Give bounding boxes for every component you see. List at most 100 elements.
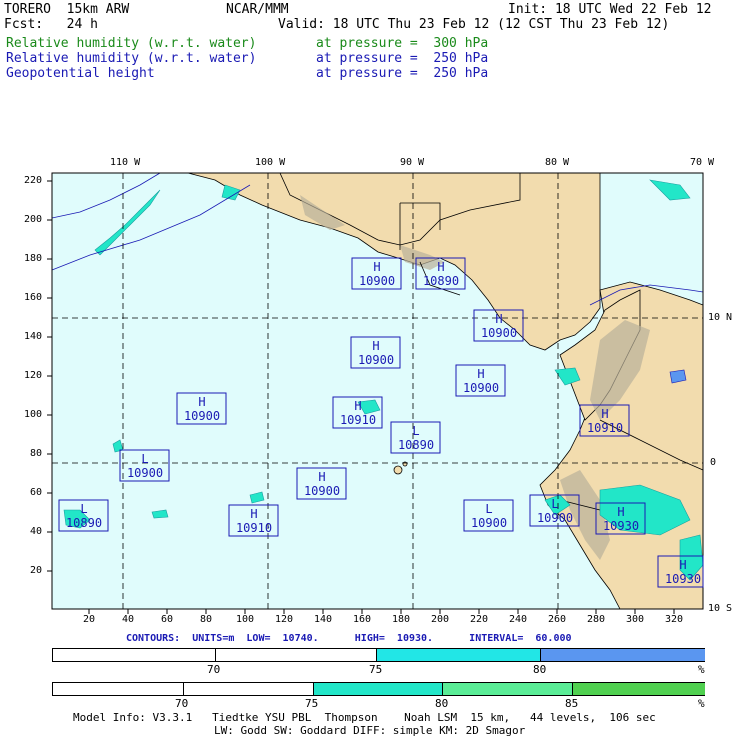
x-tick-label: 260	[548, 614, 567, 625]
x-tick-label: 100	[236, 614, 255, 625]
colorbar-1-tick: 80	[533, 663, 547, 676]
center-type: L	[485, 502, 493, 516]
y-tick-label: 20	[30, 565, 43, 576]
lat-label: 10 S	[708, 603, 733, 614]
high-center-label: H 10900	[352, 339, 400, 367]
x-tick-label: 20	[83, 614, 96, 625]
x-tick-label: 300	[626, 614, 645, 625]
y-tick-label: 140	[24, 331, 43, 342]
colorbar-2-tick: 80	[435, 697, 449, 710]
x-tick-label: 80	[200, 614, 213, 625]
colorbar-2-tick: %	[698, 697, 705, 710]
y-tick-label: 200	[24, 214, 43, 225]
x-tick-label: 220	[470, 614, 489, 625]
colorbar-1-seg	[215, 649, 377, 661]
center-type: H	[617, 505, 625, 519]
y-tick-label: 40	[30, 526, 43, 537]
center-value: 10900	[536, 511, 574, 525]
x-tick-label: 140	[314, 614, 333, 625]
high-center-label: H 10900	[178, 395, 226, 423]
low-center-label: L 10900	[465, 502, 513, 530]
center-type: H	[679, 558, 687, 572]
x-tick-label: 320	[665, 614, 684, 625]
high-center-label: H 10930	[597, 505, 645, 533]
low-center-label: L 10890	[60, 502, 108, 530]
center-value: 10890	[65, 516, 103, 530]
lon-label: 70 W	[690, 157, 715, 168]
forecast-hour: Fcst: 24 h	[4, 17, 98, 32]
x-tick-label: 60	[161, 614, 174, 625]
lat-label: 0	[710, 457, 717, 468]
organization-label: NCAR/MMM	[226, 2, 289, 17]
center-type: H	[477, 367, 485, 381]
colorbar-2-tick: 70	[175, 697, 189, 710]
center-value: 10900	[126, 466, 164, 480]
center-value: 10890	[422, 274, 460, 288]
center-value: 10910	[586, 421, 624, 435]
colorbar-1-tick: %	[698, 663, 705, 676]
high-center-label: H 10900	[353, 260, 401, 288]
y-tick-label: 100	[24, 409, 43, 420]
y-tick-label: 60	[30, 487, 43, 498]
colorbar-2	[52, 682, 705, 696]
x-tick-label: 280	[587, 614, 606, 625]
colorbar-1-seg	[376, 649, 541, 661]
field-1-level: at pressure = 300 hPa	[316, 36, 489, 51]
y-tick-label: 80	[30, 448, 43, 459]
center-value: 10910	[235, 521, 273, 535]
colorbar-2-tick: 85	[565, 697, 579, 710]
colorbar-1-seg	[53, 649, 215, 661]
lat-label: 10 N	[708, 312, 733, 323]
center-value: 10900	[462, 381, 500, 395]
high-center-label: H 10930	[659, 558, 707, 586]
colorbar-1-tick: 75	[369, 663, 383, 676]
center-value: 10930	[664, 572, 702, 586]
colorbar-2-seg	[53, 683, 183, 695]
x-tick-label: 240	[509, 614, 528, 625]
lon-label: 100 W	[255, 157, 286, 168]
low-center-label: L 10900	[531, 497, 579, 525]
center-type: H	[198, 395, 206, 409]
center-value: 10900	[470, 516, 508, 530]
field-2-level: at pressure = 250 hPa	[316, 51, 489, 66]
lon-label: 110 W	[110, 157, 141, 168]
x-tick-label: 120	[275, 614, 294, 625]
colorbar-1-seg	[540, 649, 705, 661]
model-info: Model Info: V3.3.1 Tiedtke YSU PBL Thomp…	[73, 711, 656, 724]
high-center-label: H 10900	[457, 367, 505, 395]
center-value: 10900	[183, 409, 221, 423]
center-value: 10900	[303, 484, 341, 498]
center-type: H	[318, 470, 326, 484]
center-type: H	[250, 507, 258, 521]
field-3-level: at pressure = 250 hPa	[316, 66, 489, 81]
lon-label: 80 W	[545, 157, 570, 168]
lon-label: 90 W	[400, 157, 425, 168]
valid-time: Valid: 18 UTC Thu 23 Feb 12 (12 CST Thu …	[278, 17, 670, 32]
weather-map	[47, 172, 704, 614]
contour-info: CONTOURS: UNITS=m LOW= 10740. HIGH= 1093…	[126, 633, 572, 644]
model-title: TORERO 15km ARW	[4, 2, 130, 17]
low-center-label: L 10890	[392, 424, 440, 452]
center-value: 10900	[480, 326, 518, 340]
high-center-label: H 10910	[230, 507, 278, 535]
center-type: L	[551, 497, 559, 511]
init-time: Init: 18 UTC Wed 22 Feb 12	[508, 2, 712, 17]
y-tick-label: 180	[24, 253, 43, 264]
center-value: 10890	[397, 438, 435, 452]
colorbar-2-seg	[313, 683, 443, 695]
center-value: 10910	[339, 413, 377, 427]
galapagos-islands	[393, 465, 403, 475]
y-tick-label: 120	[24, 370, 43, 381]
center-type: L	[80, 502, 88, 516]
x-tick-label: 160	[353, 614, 372, 625]
y-tick-label: 160	[24, 292, 43, 303]
center-type: H	[601, 407, 609, 421]
low-center-label: L 10900	[121, 452, 169, 480]
center-type: H	[372, 339, 380, 353]
physics-info: LW: Godd SW: Goddard DIFF: simple KM: 2D…	[214, 724, 526, 737]
colorbar-2-tick: 75	[305, 697, 319, 710]
field-2-name: Relative humidity (w.r.t. water)	[6, 51, 257, 66]
center-type: L	[141, 452, 149, 466]
colorbar-1-tick: 70	[207, 663, 221, 676]
colorbar-2-seg	[442, 683, 573, 695]
